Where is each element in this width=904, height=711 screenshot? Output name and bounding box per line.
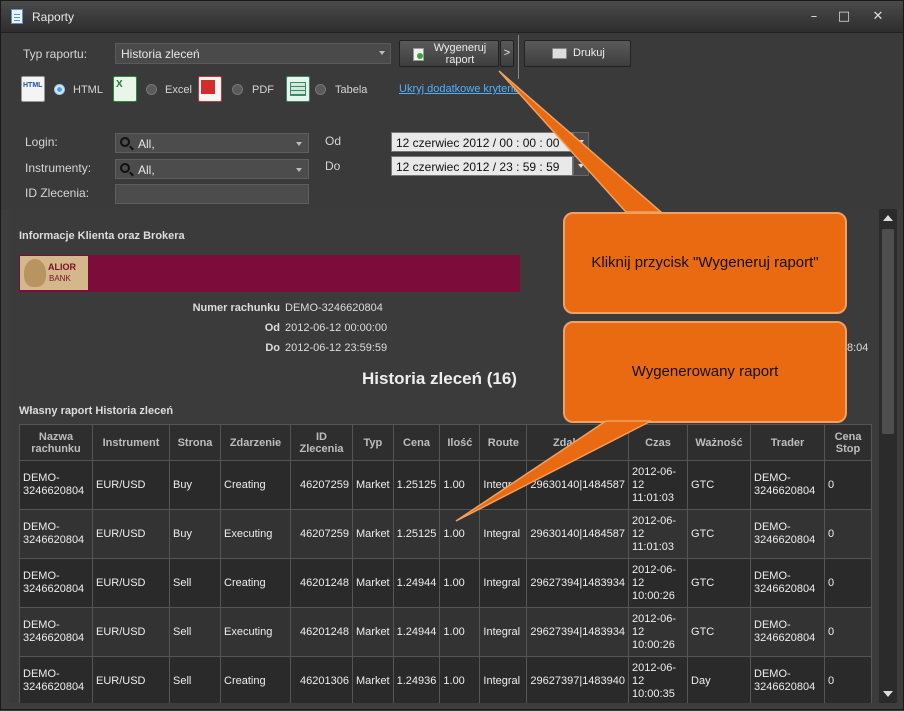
report-scrollbar[interactable]	[879, 209, 897, 703]
callout-pointers	[455, 70, 664, 522]
scroll-thumb[interactable]	[882, 229, 894, 434]
callout-pointer-report	[455, 420, 652, 522]
scroll-down-icon[interactable]	[883, 691, 893, 697]
scroll-up-icon[interactable]	[883, 215, 893, 221]
callout-pointer-generate	[498, 70, 664, 213]
reports-window: Raporty – □ ✕ Typ raportu: Historia zlec…	[0, 0, 904, 710]
